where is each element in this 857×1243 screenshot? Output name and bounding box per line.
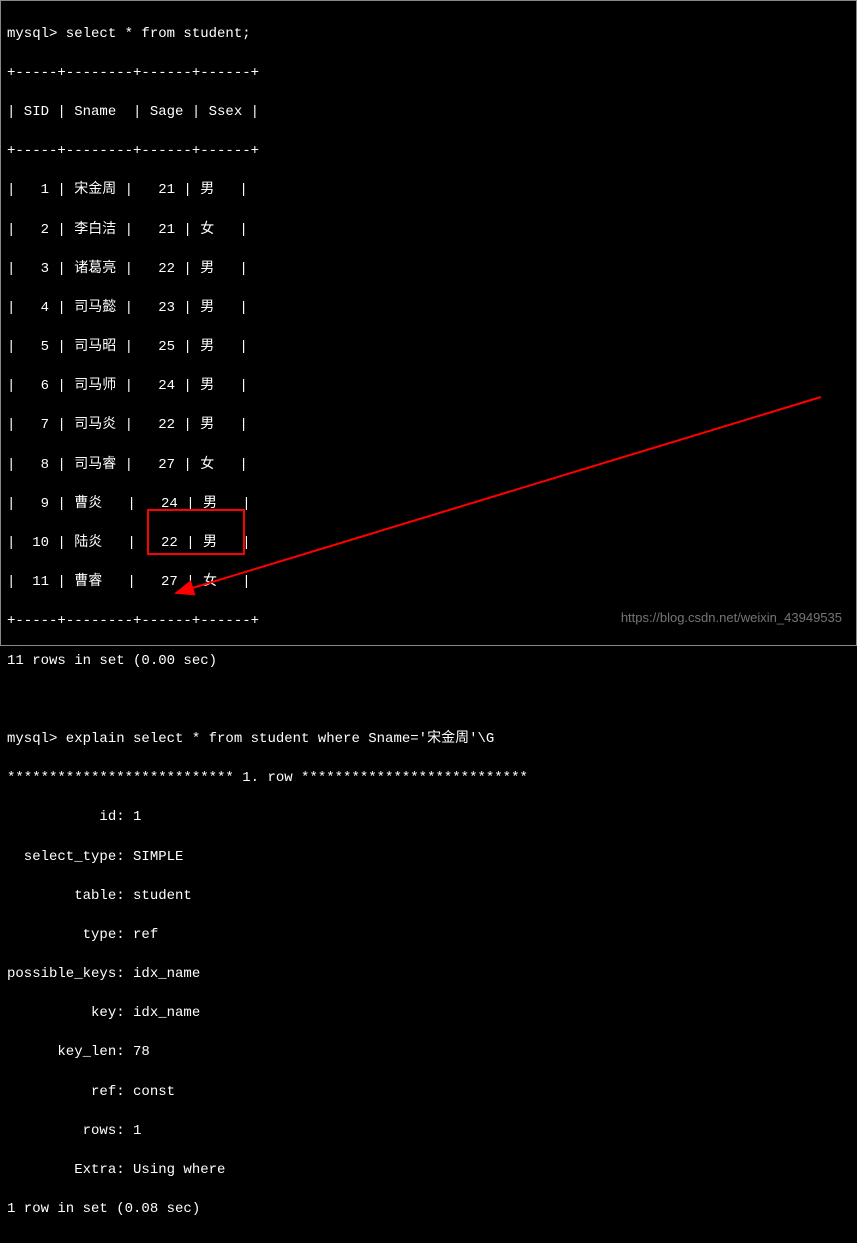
- explain-select-type: select_type: SIMPLE: [7, 848, 850, 868]
- blank-line: [7, 691, 850, 711]
- table-row: | 3 | 诸葛亮 | 22 | 男 |: [7, 260, 850, 280]
- table-row: | 2 | 李白洁 | 21 | 女 |: [7, 221, 850, 241]
- explain-possible-keys: possible_keys: idx_name: [7, 965, 850, 985]
- explain-type: type: ref: [7, 926, 850, 946]
- table-header: | SID | Sname | Sage | Ssex |: [7, 103, 850, 123]
- table-row: | 11 | 曹睿 | 27 | 女 |: [7, 573, 850, 593]
- row-marker: *************************** 1. row *****…: [7, 769, 850, 789]
- table-border-top: +-----+--------+------+------+: [7, 64, 850, 84]
- result-summary-1: 11 rows in set (0.00 sec): [7, 652, 850, 672]
- watermark-text: https://blog.csdn.net/weixin_43949535: [621, 609, 842, 627]
- table-row: | 10 | 陆炎 | 22 | 男 |: [7, 534, 850, 554]
- explain-rows: rows: 1: [7, 1122, 850, 1142]
- table-row: | 9 | 曹炎 | 24 | 男 |: [7, 495, 850, 515]
- result-summary-2: 1 row in set (0.08 sec): [7, 1200, 850, 1220]
- explain-extra: Extra: Using where: [7, 1161, 850, 1181]
- table-row: | 5 | 司马昭 | 25 | 男 |: [7, 338, 850, 358]
- table-row: | 7 | 司马炎 | 22 | 男 |: [7, 416, 850, 436]
- explain-id: id: 1: [7, 808, 850, 828]
- mysql-prompt-2: mysql> explain select * from student whe…: [7, 730, 850, 750]
- explain-key-len: key_len: 78: [7, 1043, 850, 1063]
- table-row: | 6 | 司马师 | 24 | 男 |: [7, 377, 850, 397]
- explain-key: key: idx_name: [7, 1004, 850, 1024]
- explain-table: table: student: [7, 887, 850, 907]
- table-row: | 1 | 宋金周 | 21 | 男 |: [7, 181, 850, 201]
- table-row: | 8 | 司马睿 | 27 | 女 |: [7, 456, 850, 476]
- table-row: | 4 | 司马懿 | 23 | 男 |: [7, 299, 850, 319]
- mysql-prompt-1: mysql> select * from student;: [7, 25, 850, 45]
- table-border-mid: +-----+--------+------+------+: [7, 142, 850, 162]
- explain-ref: ref: const: [7, 1083, 850, 1103]
